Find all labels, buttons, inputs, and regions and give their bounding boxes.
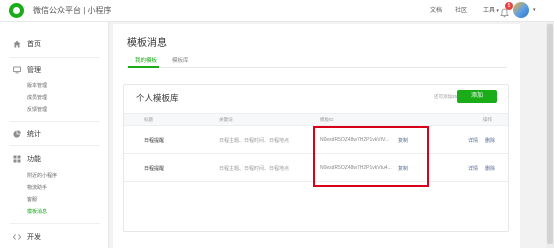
notification-badge: 5 [505,2,513,10]
tab-bar: 我的模板 模板库 [127,54,507,68]
scrollbar[interactable] [546,22,554,248]
code-icon [12,233,22,241]
sidebar: 首页 管理 版本管理 成员管理 反馈管理 统计 功能 附近的小程序 物流助手 客… [0,22,109,248]
table-header: 标题 关键词 模板ID 操作 [124,113,508,126]
delete-link[interactable]: 删除 [485,137,495,144]
row-keywords: 日程主题、日程时间、日程地点 [219,166,290,172]
top-bar: 微信公众平台 | 小程序 文档 社区 工具 ▾ 5 ▾ [0,0,554,22]
column-header-title: 标题 [144,117,153,122]
chevron-down-icon[interactable]: ▾ [533,7,536,13]
scrollbar-thumb[interactable] [547,24,553,244]
sidebar-section-label: 功能 [27,156,41,163]
avatar[interactable] [513,2,529,18]
detail-link[interactable]: 详情 [468,165,478,172]
sidebar-item-template-message[interactable]: 模板消息 [27,208,47,215]
tools-label: 工具 [483,8,496,14]
notification-button[interactable]: 5 [500,2,513,18]
home-icon [13,40,21,48]
docs-link[interactable]: 文档 [430,5,442,14]
detail-link[interactable]: 详情 [468,137,478,144]
add-button[interactable]: 添加 [457,90,497,103]
column-header-keywords: 关键词 [219,117,233,122]
sidebar-item-label: 开发 [27,234,41,241]
brand-title: 微信公众平台 | 小程序 [33,6,112,15]
row-keywords: 日程主题、日程时间、日程地点 [219,138,290,144]
sidebar-item-members[interactable]: 成员管理 [27,94,47,101]
delete-link[interactable]: 删除 [485,165,495,172]
monitor-icon [13,66,21,74]
sidebar-item-label: 首页 [27,41,41,48]
sidebar-item-logistics[interactable]: 物流助手 [27,184,47,191]
divider [10,121,100,122]
wechat-logo-icon[interactable] [9,3,24,18]
grid-icon [13,155,21,163]
tab-active-indicator [128,66,159,68]
pie-chart-icon [13,130,21,138]
row-title: 日程提醒 [144,166,165,172]
divider [10,145,100,146]
tools-menu[interactable]: 工具 ▾ [483,5,499,14]
highlight-box [313,126,429,187]
column-header-actions: 操作 [483,117,492,122]
divider [10,223,100,224]
sidebar-item-nearby[interactable]: 附近的小程序 [27,172,57,179]
sidebar-item-feedback[interactable]: 反馈管理 [27,106,47,113]
sidebar-item-label: 统计 [27,131,41,138]
page-title: 模板消息 [127,38,167,49]
card-title: 个人模板库 [136,93,179,103]
column-header-template-id: 模板ID [320,117,334,122]
chevron-down-icon: ▾ [495,8,499,14]
sidebar-item-version[interactable]: 版本管理 [27,82,47,89]
tab-my-templates[interactable]: 我的模板 [135,56,157,64]
sidebar-section-label: 管理 [27,67,41,74]
row-title: 日程提醒 [144,138,165,144]
community-link[interactable]: 社区 [455,5,467,14]
divider [10,57,100,58]
sidebar-item-customer-service[interactable]: 客服 [27,196,37,203]
tab-template-library[interactable]: 模板库 [172,56,189,64]
